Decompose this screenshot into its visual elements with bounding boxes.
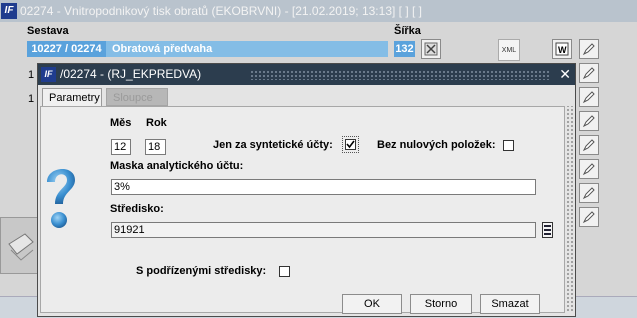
year-field[interactable]: 18 bbox=[145, 139, 166, 155]
edit-button[interactable] bbox=[579, 63, 599, 83]
side-panel bbox=[0, 217, 42, 274]
edit-icon bbox=[582, 163, 595, 176]
month-field[interactable]: 12 bbox=[111, 139, 131, 155]
app-logo-icon: IF bbox=[41, 67, 56, 82]
background-titlebar: IF 02274 - Vnitropodnikový tisk obratů (… bbox=[0, 0, 637, 23]
no-zero-items-label: Bez nulových položek: bbox=[377, 139, 496, 151]
subordinate-centers-checkbox[interactable] bbox=[279, 266, 290, 277]
parameters-dialog: IF /02274 - (RJ_EKPREDVA) ✕ Parametry Sl… bbox=[37, 63, 576, 317]
cancel-icon bbox=[424, 42, 438, 56]
dialog-title: /02274 - (RJ_EKPREDVA) bbox=[60, 67, 202, 81]
svg-text:W: W bbox=[558, 45, 567, 55]
ok-button[interactable]: OK bbox=[342, 294, 402, 314]
delete-row-button[interactable] bbox=[421, 39, 441, 59]
edit-button[interactable] bbox=[579, 111, 599, 131]
report-width: 132 bbox=[394, 41, 415, 57]
stredisko-field[interactable]: 91921 bbox=[111, 222, 536, 238]
account-mask-field[interactable]: 3% bbox=[111, 179, 536, 195]
smazat-button[interactable]: Smazat bbox=[480, 294, 540, 314]
edit-button[interactable] bbox=[579, 183, 599, 203]
tab-parametry[interactable]: Parametry bbox=[42, 88, 102, 106]
no-zero-items-checkbox[interactable] bbox=[503, 140, 514, 151]
close-icon[interactable]: ✕ bbox=[559, 66, 571, 82]
edit-button[interactable] bbox=[579, 39, 599, 59]
storno-button[interactable]: Storno bbox=[410, 294, 472, 314]
checkmark-icon bbox=[346, 140, 355, 149]
edit-icon bbox=[582, 67, 595, 80]
edit-button[interactable] bbox=[579, 159, 599, 179]
stredisko-label: Středisko: bbox=[110, 203, 164, 215]
column-header-sirka: Šířka bbox=[394, 25, 421, 37]
syntetic-accounts-label: Jen za syntetické účty: bbox=[213, 139, 333, 151]
drag-grip[interactable] bbox=[250, 70, 550, 80]
column-header-sestava: Sestava bbox=[27, 25, 69, 37]
background-window-title: 02274 - Vnitropodnikový tisk obratů (EKO… bbox=[20, 4, 422, 18]
word-icon: W bbox=[555, 42, 569, 56]
edit-icon bbox=[582, 139, 595, 152]
edit-icon bbox=[582, 115, 595, 128]
app-logo-icon: IF bbox=[1, 3, 17, 19]
tab-sloupce[interactable]: Sloupce bbox=[106, 88, 168, 106]
row-number: 1 bbox=[28, 69, 35, 81]
report-code: 10227 / 02274 bbox=[27, 41, 106, 57]
report-name: Obratová předvaha bbox=[112, 43, 213, 55]
print-icon bbox=[8, 233, 34, 261]
row-number: 1 bbox=[28, 93, 35, 105]
year-label: Rok bbox=[146, 117, 167, 129]
edit-icon bbox=[582, 187, 595, 200]
panel-scroll-area[interactable] bbox=[566, 106, 575, 313]
subordinate-centers-label: S podřízenými středisky: bbox=[136, 265, 267, 277]
edit-button[interactable] bbox=[579, 207, 599, 227]
question-mark-icon bbox=[47, 168, 75, 228]
list-picker-icon[interactable] bbox=[542, 222, 553, 238]
xml-export-button[interactable]: XML bbox=[498, 39, 520, 61]
edit-icon bbox=[582, 91, 595, 104]
edit-button[interactable] bbox=[579, 135, 599, 155]
word-export-button[interactable]: W bbox=[552, 39, 572, 59]
selected-report-row[interactable]: 10227 / 02274 Obratová předvaha bbox=[27, 41, 388, 57]
syntetic-accounts-checkbox[interactable] bbox=[345, 139, 356, 150]
dialog-titlebar[interactable]: IF /02274 - (RJ_EKPREDVA) ✕ bbox=[38, 64, 575, 85]
edit-icon bbox=[582, 211, 595, 224]
month-label: Měs bbox=[110, 117, 132, 129]
account-mask-label: Maska analytického účtu: bbox=[110, 160, 244, 172]
edit-button[interactable] bbox=[579, 87, 599, 107]
edit-icon bbox=[582, 43, 595, 56]
